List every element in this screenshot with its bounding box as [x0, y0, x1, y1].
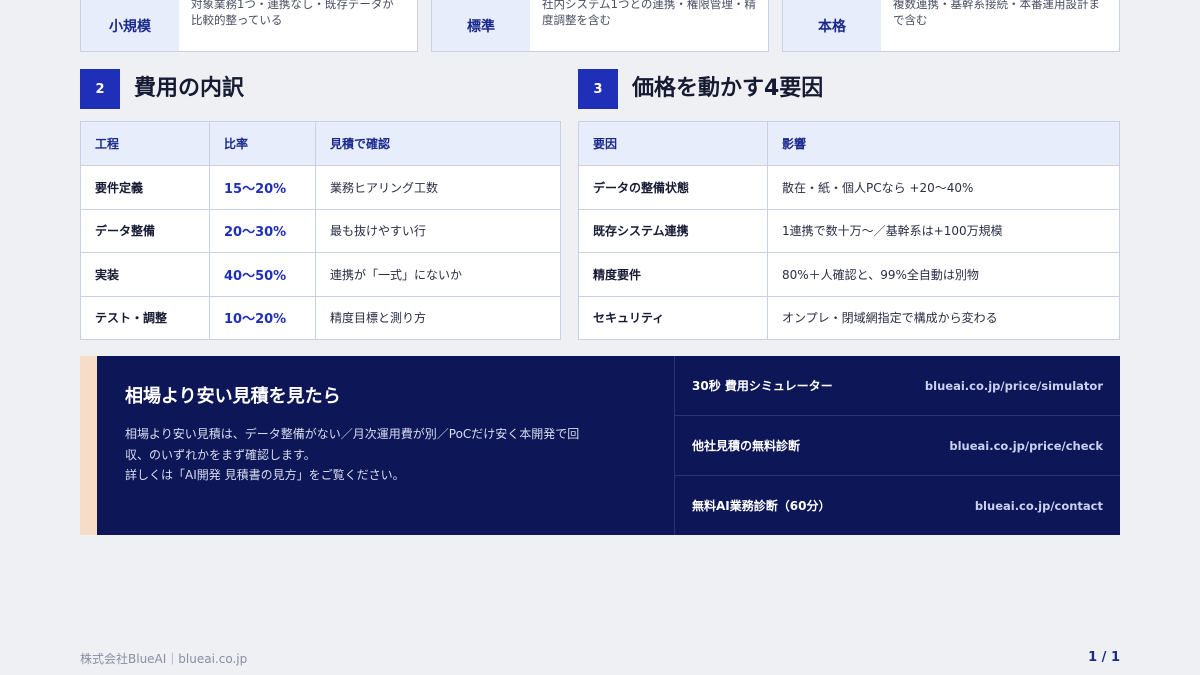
table-row: データ整備 20〜30% 最も抜けやすい行 [80, 208, 561, 253]
tier-card-standard: 標準 社内システム1つとの連携・権限管理・精度調整を含む [431, 0, 769, 52]
table-row: データの整備状態 散在・紙・個人PCなら +20〜40% [578, 165, 1120, 210]
table-row: 要件定義 15〜20% 業務ヒアリング工数 [80, 165, 561, 210]
tier-name: 標準 [432, 0, 530, 51]
section-number-badge: 3 [578, 69, 618, 109]
check-cell: 業務ヒアリング工数 [315, 165, 561, 210]
factor-cell: 精度要件 [578, 252, 768, 297]
cta-body: 相場より安い見積は、データ整備がない／月次運用費が別／PoCだけ安く本開発で回 … [125, 424, 646, 486]
factor-cell: 既存システム連携 [578, 208, 768, 253]
link-label: 無料AI業務診断（60分） [692, 499, 831, 513]
tier-description: 社内システム1つとの連携・権限管理・精度調整を含む [542, 0, 756, 27]
link-url[interactable]: blueai.co.jp/price/simulator [925, 379, 1103, 393]
ratio-cell: 10〜20% [209, 295, 316, 340]
ratio-cell: 15〜20% [209, 165, 316, 210]
column-header: 要因 [578, 121, 768, 166]
estimate-check-link[interactable]: 他社見積の無料診断 blueai.co.jp/price/check [675, 416, 1120, 476]
table-row: 精度要件 80%＋人確認と、99%全自動は別物 [578, 252, 1120, 297]
footer-company: 株式会社BlueAI｜blueai.co.jp [80, 652, 248, 666]
column-header: 影響 [767, 121, 1120, 166]
table-row: 実装 40〜50% 連携が「一式」にないか [80, 252, 561, 297]
ratio-cell: 20〜30% [209, 208, 316, 253]
link-url[interactable]: blueai.co.jp/contact [975, 499, 1103, 513]
price-factors-table: 要因 影響 データの整備状態 散在・紙・個人PCなら +20〜40% 既存システ… [578, 121, 1120, 340]
cta-links: 30秒 費用シミュレーター blueai.co.jp/price/simulat… [675, 356, 1120, 535]
cta-title: 相場より安い見積を見たら [125, 386, 341, 407]
page-number: 1 / 1 [1088, 650, 1120, 665]
cost-breakdown-table: 工程 比率 見積で確認 要件定義 15〜20% 業務ヒアリング工数 データ整備 … [80, 121, 561, 340]
cta-body-line: 収、のいずれかをまず確認します。 [125, 447, 316, 462]
tier-description: 対象業務1つ・連携なし・既存データが比較的整っている [191, 0, 394, 27]
link-label: 他社見積の無料診断 [692, 439, 801, 453]
factor-cell: データの整備状態 [578, 165, 768, 210]
step-cell: 要件定義 [80, 165, 210, 210]
step-cell: 実装 [80, 252, 210, 297]
table-header-row: 要因 影響 [578, 121, 1120, 166]
factor-cell: セキュリティ [578, 295, 768, 340]
tier-description: 複数連携・基幹系接続・本番運用設計まで含む [893, 0, 1100, 27]
column-header: 比率 [209, 121, 316, 166]
table-row: セキュリティ オンプレ・閉域網指定で構成から変わる [578, 295, 1120, 340]
check-cell: 精度目標と測り方 [315, 295, 561, 340]
cta-message: 相場より安い見積を見たら 相場より安い見積は、データ整備がない／月次運用費が別／… [97, 356, 675, 535]
section-number-badge: 2 [80, 69, 120, 109]
cta-body-line: 相場より安い見積は、データ整備がない／月次運用費が別／PoCだけ安く本開発で回 [125, 427, 580, 441]
tier-card-small: 小規模 対象業務1つ・連携なし・既存データが比較的整っている [80, 0, 418, 52]
cta-panel: 相場より安い見積を見たら 相場より安い見積は、データ整備がない／月次運用費が別／… [80, 356, 1120, 535]
table-row: 既存システム連携 1連携で数十万〜／基幹系は+100万規模 [578, 208, 1120, 253]
simulator-link[interactable]: 30秒 費用シミュレーター blueai.co.jp/price/simulat… [675, 356, 1120, 416]
table-header-row: 工程 比率 見積で確認 [80, 121, 561, 166]
column-header: 工程 [80, 121, 210, 166]
link-label: 30秒 費用シミュレーター [692, 379, 833, 393]
impact-cell: オンプレ・閉域網指定で構成から変わる [767, 295, 1120, 340]
link-url[interactable]: blueai.co.jp/price/check [949, 439, 1103, 453]
tier-name: 本格 [783, 0, 881, 51]
check-cell: 連携が「一式」にないか [315, 252, 561, 297]
tier-name: 小規模 [81, 0, 179, 51]
cta-body-line: 詳しくは「AI開発 見積書の見方」をご覧ください。 [125, 468, 405, 482]
impact-cell: 80%＋人確認と、99%全自動は別物 [767, 252, 1120, 297]
step-cell: データ整備 [80, 208, 210, 253]
section-title: 価格を動かす4要因 [632, 76, 824, 101]
step-cell: テスト・調整 [80, 295, 210, 340]
cta-accent-bar [80, 356, 97, 535]
ratio-cell: 40〜50% [209, 252, 316, 297]
check-cell: 最も抜けやすい行 [315, 208, 561, 253]
contact-link[interactable]: 無料AI業務診断（60分） blueai.co.jp/contact [675, 476, 1120, 535]
impact-cell: 散在・紙・個人PCなら +20〜40% [767, 165, 1120, 210]
section-title: 費用の内訳 [134, 76, 245, 101]
column-header: 見積で確認 [315, 121, 561, 166]
tier-card-full: 本格 複数連携・基幹系接続・本番運用設計まで含む [782, 0, 1120, 52]
impact-cell: 1連携で数十万〜／基幹系は+100万規模 [767, 208, 1120, 253]
table-row: テスト・調整 10〜20% 精度目標と測り方 [80, 295, 561, 340]
